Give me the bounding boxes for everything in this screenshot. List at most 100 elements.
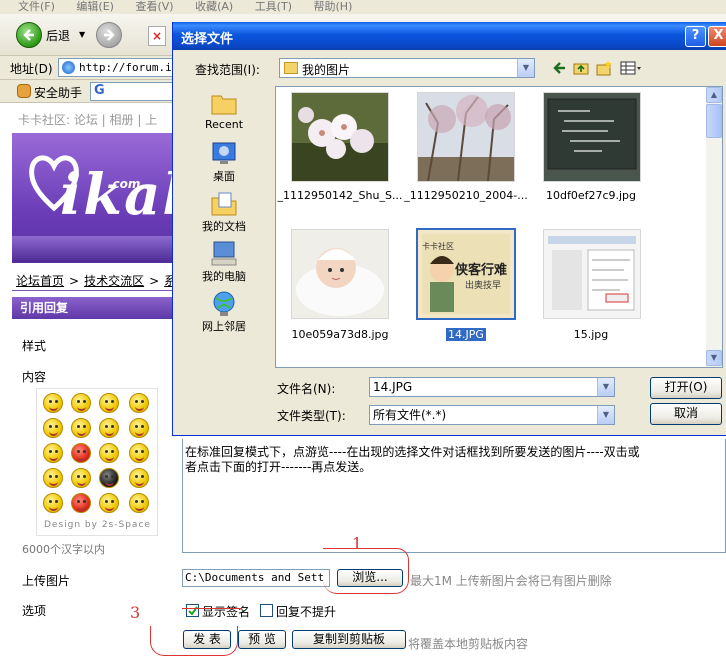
file-open-dialog: 选择文件 ? X 查找范围(I): 我的图片 ▼ Recent 桌面 我的文档 … xyxy=(172,22,726,436)
chevron-down-icon[interactable]: ▼ xyxy=(597,378,614,396)
file-name[interactable]: _1112950210_2004-... xyxy=(401,189,531,202)
smiley-icon[interactable] xyxy=(99,468,119,488)
divider xyxy=(12,290,176,291)
file-thumbnail[interactable] xyxy=(543,229,641,319)
content-label: 内容 xyxy=(22,370,47,384)
my-computer-icon xyxy=(211,241,237,266)
file-name[interactable]: 15.jpg xyxy=(526,328,656,341)
smiley-icon[interactable] xyxy=(129,418,149,438)
smiley-icon[interactable] xyxy=(99,443,119,463)
file-name-selected[interactable]: 14.JPG xyxy=(401,328,531,341)
copy-to-clipboard-button[interactable]: 复制到剪贴板 xyxy=(292,630,406,649)
smiley-icon[interactable] xyxy=(43,493,63,513)
show-signature-label: 显示签名 xyxy=(202,605,251,619)
smiley-icon[interactable] xyxy=(99,393,119,413)
menu-file[interactable]: 文件(F) xyxy=(18,1,55,12)
post-textarea[interactable]: 在标准回复模式下，点游览----在出现的选择文件对话框找到所要发送的图片----… xyxy=(182,439,726,553)
scroll-up-icon[interactable]: ▲ xyxy=(706,87,722,103)
place-my-computer[interactable]: 我的电脑 xyxy=(189,240,259,284)
smiley-icon[interactable] xyxy=(129,393,149,413)
annotation-3: 3 xyxy=(130,603,141,622)
smiley-icon[interactable] xyxy=(71,468,91,488)
filename-label: 文件名(N): xyxy=(277,382,336,396)
shield-icon xyxy=(17,84,31,98)
folder-up-icon[interactable] xyxy=(573,60,589,76)
breadcrumb-tech[interactable]: 技术交流区 xyxy=(84,274,144,288)
dialog-titlebar[interactable]: 选择文件 ? X xyxy=(173,22,726,50)
back-label: 后退 xyxy=(46,29,71,43)
address-input[interactable]: http://forum.ik xyxy=(58,58,178,77)
file-name[interactable]: 10e059a73d8.jpg xyxy=(275,328,405,341)
smiley-icon[interactable] xyxy=(71,393,91,413)
search-engine-icon: G xyxy=(94,83,105,98)
file-thumbnail[interactable] xyxy=(291,92,389,182)
smiley-icon[interactable] xyxy=(99,493,119,513)
smiley-icon[interactable] xyxy=(129,493,149,513)
menu-help[interactable]: 帮助(H) xyxy=(314,1,353,12)
back-arrow-icon[interactable] xyxy=(551,60,567,76)
menu-bar: 文件(F) 编辑(E) 查看(V) 收藏(A) 工具(T) 帮助(H) xyxy=(0,0,726,14)
my-documents-icon xyxy=(211,192,237,216)
file-thumbnail[interactable] xyxy=(417,92,515,182)
new-folder-icon[interactable] xyxy=(596,60,612,76)
cancel-button[interactable]: 取消 xyxy=(650,403,722,425)
smiley-icon[interactable] xyxy=(43,418,63,438)
smiley-icon[interactable] xyxy=(129,443,149,463)
no-bump-checkbox[interactable] xyxy=(260,604,273,617)
help-button[interactable]: ? xyxy=(685,26,706,47)
filetype-dropdown[interactable]: 所有文件(*.*) ▼ xyxy=(369,405,615,425)
smiley-icon[interactable] xyxy=(43,393,63,413)
file-thumbnail[interactable] xyxy=(543,92,641,182)
stop-icon[interactable]: × xyxy=(148,26,166,46)
safety-search-input[interactable]: G xyxy=(90,82,180,101)
char-limit-note: 6000个汉字以内 xyxy=(22,543,105,556)
menu-tools[interactable]: 工具(T) xyxy=(255,1,292,12)
smiley-icon[interactable] xyxy=(71,443,91,463)
chevron-down-icon[interactable]: ▼ xyxy=(597,406,614,424)
view-menu-icon[interactable] xyxy=(620,60,642,76)
filetype-label: 文件类型(T): xyxy=(277,409,346,423)
chevron-down-icon[interactable]: ▼ xyxy=(79,30,85,39)
menu-favorites[interactable]: 收藏(A) xyxy=(195,1,233,12)
scroll-down-icon[interactable]: ▼ xyxy=(706,350,722,366)
forward-button[interactable] xyxy=(96,22,122,48)
smiley-icon[interactable] xyxy=(43,468,63,488)
breadcrumb-home[interactable]: 论坛首页 xyxy=(16,274,64,288)
filename-input[interactable]: 14.JPG ▼ xyxy=(369,377,615,397)
place-desktop[interactable]: 桌面 xyxy=(189,140,259,184)
address-value: http://forum.ik xyxy=(79,61,178,74)
places-bar: Recent 桌面 我的文档 我的电脑 网上邻居 xyxy=(189,86,259,346)
options-label: 选项 xyxy=(22,604,47,618)
place-my-documents[interactable]: 我的文档 xyxy=(189,190,259,234)
screenshot-image xyxy=(544,230,640,318)
smiley-icon[interactable] xyxy=(99,418,119,438)
close-button[interactable]: X xyxy=(708,26,726,47)
file-path-input[interactable]: C:\Documents and Sett xyxy=(182,569,330,587)
preview-button[interactable]: 预 览 xyxy=(238,630,286,649)
network-icon xyxy=(213,291,235,316)
back-button[interactable] xyxy=(16,22,42,48)
smiley-panel xyxy=(36,388,158,536)
globe-icon xyxy=(62,61,75,74)
design-credit: Design by 2s-Space xyxy=(44,520,151,530)
menu-edit[interactable]: 编辑(E) xyxy=(76,1,114,12)
smiley-icon[interactable] xyxy=(129,468,149,488)
show-signature-checkbox[interactable] xyxy=(186,604,199,617)
smiley-icon[interactable] xyxy=(71,418,91,438)
smiley-icon[interactable] xyxy=(43,443,63,463)
logo-com: .com xyxy=(108,177,141,191)
forum-top-nav[interactable]: 卡卡社区: 论坛 | 相册 | 上 xyxy=(18,111,157,128)
file-list-scrollbar[interactable]: ▲ ▼ xyxy=(706,87,722,367)
open-button[interactable]: 打开(O) xyxy=(650,377,722,399)
safety-assistant-label[interactable]: 安全助手 xyxy=(34,84,82,101)
place-network[interactable]: 网上邻居 xyxy=(189,290,259,334)
file-thumbnail[interactable] xyxy=(291,229,389,319)
chevron-down-icon[interactable]: ▼ xyxy=(517,59,534,77)
lookin-dropdown[interactable]: 我的图片 ▼ xyxy=(279,58,535,78)
menu-view[interactable]: 查看(V) xyxy=(135,1,173,12)
place-recent[interactable]: Recent xyxy=(189,90,259,131)
scroll-thumb[interactable] xyxy=(706,104,722,138)
file-name[interactable]: _1112950142_Shu_S... xyxy=(275,189,405,202)
file-name[interactable]: 10df0ef27c9.jpg xyxy=(526,189,656,202)
smiley-icon[interactable] xyxy=(71,493,91,513)
